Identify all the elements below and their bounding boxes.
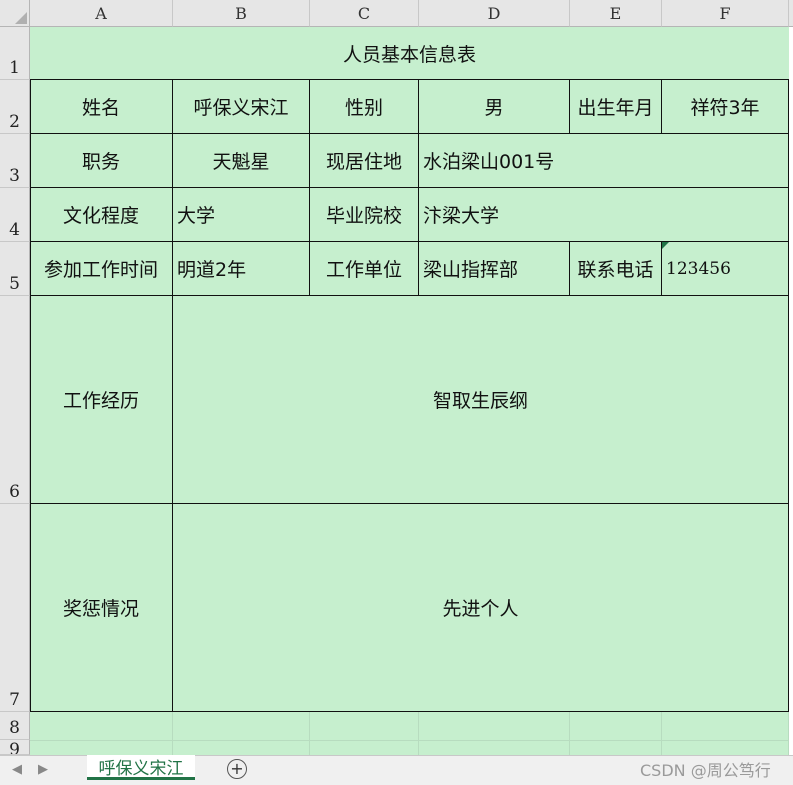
- label-gender[interactable]: 性别: [310, 80, 419, 134]
- value-awards[interactable]: 先进个人: [173, 504, 789, 712]
- value-name[interactable]: 呼保义宋江: [173, 80, 310, 134]
- label-school[interactable]: 毕业院校: [310, 188, 419, 242]
- sheet-tab-active[interactable]: 呼保义宋江: [87, 755, 195, 780]
- value-address[interactable]: 水泊梁山001号: [419, 134, 789, 188]
- value-education[interactable]: 大学: [173, 188, 310, 242]
- column-header-d[interactable]: D: [419, 0, 570, 27]
- sheet-title[interactable]: 人员基本信息表: [30, 27, 789, 80]
- label-employer[interactable]: 工作单位: [310, 242, 419, 296]
- select-all-corner[interactable]: [0, 0, 30, 27]
- value-phone[interactable]: 123456: [662, 242, 789, 296]
- label-post[interactable]: 职务: [30, 134, 173, 188]
- column-header-e[interactable]: E: [570, 0, 662, 27]
- row-header-8[interactable]: 8: [0, 712, 30, 740]
- label-education[interactable]: 文化程度: [30, 188, 173, 242]
- value-birth[interactable]: 祥符3年: [662, 80, 789, 134]
- right-edge-strip: [789, 27, 793, 755]
- label-work-history[interactable]: 工作经历: [30, 296, 173, 504]
- value-employer[interactable]: 梁山指挥部: [419, 242, 570, 296]
- value-post[interactable]: 天魁星: [173, 134, 310, 188]
- column-header-extra: [789, 0, 793, 27]
- label-address[interactable]: 现居住地: [310, 134, 419, 188]
- number-as-text-indicator: [662, 242, 669, 249]
- gridline-row8: [30, 740, 789, 741]
- gridline-col-e: [661, 712, 662, 755]
- row-header-3[interactable]: 3: [0, 134, 30, 188]
- value-start-date[interactable]: 明道2年: [173, 242, 310, 296]
- prev-sheet-arrow-icon[interactable]: ◀: [8, 759, 26, 779]
- row-header-7[interactable]: 7: [0, 504, 30, 712]
- row-header-4[interactable]: 4: [0, 188, 30, 242]
- row-header-2[interactable]: 2: [0, 80, 30, 134]
- gridline-col-c: [418, 712, 419, 755]
- column-header-a[interactable]: A: [30, 0, 173, 27]
- column-header-b[interactable]: B: [173, 0, 310, 27]
- column-header-c[interactable]: C: [310, 0, 419, 27]
- row-header-9[interactable]: 9: [0, 740, 30, 755]
- label-name[interactable]: 姓名: [30, 80, 173, 134]
- corner-triangle-icon: [15, 12, 27, 24]
- gridline-col-b: [309, 712, 310, 755]
- add-sheet-icon[interactable]: +: [227, 759, 247, 779]
- row-header-5[interactable]: 5: [0, 242, 30, 296]
- value-school[interactable]: 汴梁大学: [419, 188, 789, 242]
- value-work-history[interactable]: 智取生辰纲: [173, 296, 789, 504]
- label-phone[interactable]: 联系电话: [570, 242, 662, 296]
- next-sheet-arrow-icon[interactable]: ▶: [34, 759, 52, 779]
- value-gender[interactable]: 男: [419, 80, 570, 134]
- label-awards[interactable]: 奖惩情况: [30, 504, 173, 712]
- watermark-text: CSDN @周公笃行: [640, 761, 771, 780]
- table-left-border: [30, 80, 31, 712]
- column-header-f[interactable]: F: [662, 0, 789, 27]
- gridline-col-d: [569, 712, 570, 755]
- label-birth[interactable]: 出生年月: [570, 80, 662, 134]
- label-start-date[interactable]: 参加工作时间: [30, 242, 173, 296]
- row-header-1[interactable]: 1: [0, 27, 30, 80]
- gridline-col-a: [172, 712, 173, 755]
- row-header-6[interactable]: 6: [0, 296, 30, 504]
